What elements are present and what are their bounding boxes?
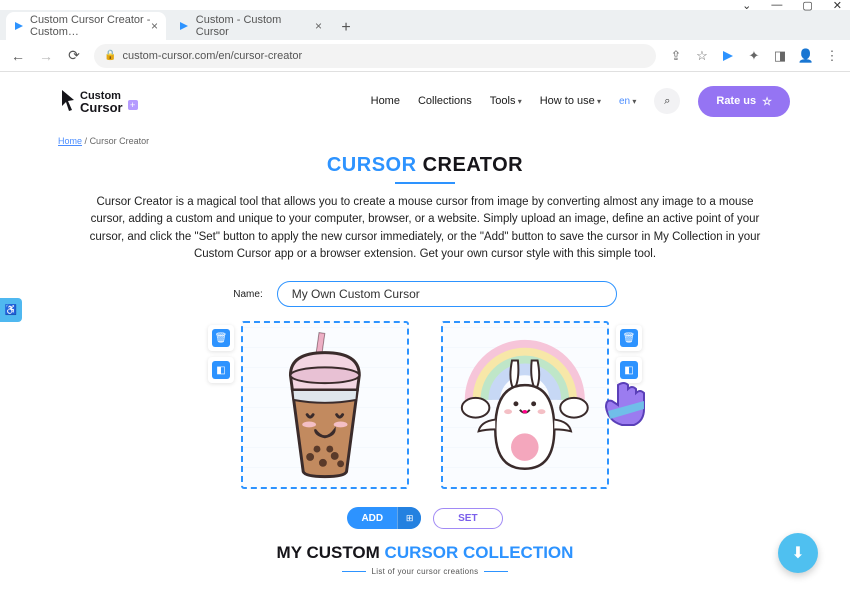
trash-icon: 🗑	[212, 329, 230, 347]
nav-howto[interactable]: How to use	[540, 95, 601, 107]
cursor-name-input[interactable]	[277, 281, 617, 307]
nav-home[interactable]: Home	[371, 95, 400, 107]
star-icon: ☆	[762, 95, 772, 108]
favicon-icon	[178, 20, 190, 32]
delete-right-button[interactable]: 🗑	[616, 325, 642, 351]
add-label: ADD	[347, 513, 397, 524]
eraser-icon: ◧	[620, 361, 638, 379]
forward-icon[interactable]: →	[38, 48, 54, 64]
browser-tabs: Custom Cursor Creator - Custom… × Custom…	[0, 10, 850, 40]
erase-left-button[interactable]: ◧	[208, 357, 234, 383]
svg-text:Cursor: Cursor	[80, 100, 123, 115]
rate-us-label: Rate us	[716, 95, 756, 107]
cursor-editor-left[interactable]	[241, 321, 409, 489]
breadcrumb-current: Cursor Creator	[90, 136, 150, 146]
svg-text:+: +	[130, 100, 135, 110]
title-part2: CREATOR	[417, 154, 524, 176]
extension-cursor-icon[interactable]	[720, 48, 736, 64]
nav-tools[interactable]: Tools	[490, 95, 522, 107]
rate-us-button[interactable]: Rate us ☆	[698, 86, 790, 117]
tab-active[interactable]: Custom Cursor Creator - Custom… ×	[6, 12, 166, 40]
download-icon: ⬇	[791, 543, 804, 563]
windows-icon[interactable]: ⊞	[397, 507, 421, 529]
tab-inactive[interactable]: Custom - Custom Cursor ×	[170, 12, 330, 40]
search-icon[interactable]: ⌕	[654, 88, 680, 114]
url-text: custom-cursor.com/en/cursor-creator	[122, 50, 302, 62]
chevron-down-icon[interactable]: ⌄	[742, 0, 751, 12]
page-description: Cursor Creator is a magical tool that al…	[40, 194, 810, 263]
profile-icon[interactable]: 👤	[798, 48, 814, 64]
trash-icon: 🗑	[620, 329, 638, 347]
window-close[interactable]: ✕	[833, 0, 842, 12]
site-logo[interactable]: Custom Cursor +	[60, 86, 140, 116]
address-bar[interactable]: 🔒 custom-cursor.com/en/cursor-creator	[94, 44, 656, 68]
window-maximize[interactable]: ▢	[802, 0, 812, 12]
site-header: Custom Cursor + Home Collections Tools H…	[0, 72, 850, 130]
cursor-editor-right[interactable]	[441, 321, 609, 489]
title-part1: CURSOR	[327, 154, 417, 176]
page-title: CURSOR CREATOR	[40, 154, 810, 177]
breadcrumb-home[interactable]: Home	[58, 136, 82, 146]
back-icon[interactable]: ←	[10, 48, 26, 64]
lock-icon: 🔒	[104, 50, 116, 61]
add-button[interactable]: ADD ⊞	[347, 507, 421, 529]
collection-subtitle: List of your cursor creations	[40, 567, 810, 576]
favicon-icon	[14, 20, 24, 32]
lang-selector[interactable]: en	[619, 96, 636, 107]
eraser-icon: ◧	[212, 361, 230, 379]
new-tab-button[interactable]: +	[334, 16, 358, 40]
menu-icon[interactable]: ⋮	[824, 48, 840, 64]
title-underline	[395, 182, 455, 184]
share-icon[interactable]: ⇪	[668, 48, 684, 64]
collection-title-a: MY CUSTOM	[277, 543, 385, 562]
bunny-rainbow-image	[451, 331, 599, 479]
address-row: ← → ⟳ 🔒 custom-cursor.com/en/cursor-crea…	[0, 40, 850, 72]
bookmark-icon[interactable]: ☆	[694, 48, 710, 64]
download-fab[interactable]: ⬇	[778, 533, 818, 573]
breadcrumb-sep: /	[85, 136, 88, 146]
collection-title-b: CURSOR COLLECTION	[385, 543, 574, 562]
set-button[interactable]: SET	[433, 508, 502, 529]
tab-title: Custom Cursor Creator - Custom…	[30, 14, 151, 38]
boba-cup-image	[256, 331, 394, 479]
accessibility-tab[interactable]: ♿	[0, 298, 22, 322]
collection-title: MY CUSTOM CURSOR COLLECTION	[40, 543, 810, 563]
sidepanel-icon[interactable]: ◨	[772, 48, 788, 64]
reload-icon[interactable]: ⟳	[66, 48, 82, 64]
breadcrumb: Home / Cursor Creator	[58, 136, 810, 146]
nav-collections[interactable]: Collections	[418, 95, 472, 107]
close-icon[interactable]: ×	[315, 19, 322, 33]
extensions-icon[interactable]: ✦	[746, 48, 762, 64]
close-icon[interactable]: ×	[151, 19, 158, 33]
name-label: Name:	[233, 289, 262, 300]
tab-title: Custom - Custom Cursor	[196, 14, 315, 38]
window-minimize[interactable]: —	[771, 0, 782, 11]
erase-right-button[interactable]: ◧	[616, 357, 642, 383]
delete-left-button[interactable]: 🗑	[208, 325, 234, 351]
